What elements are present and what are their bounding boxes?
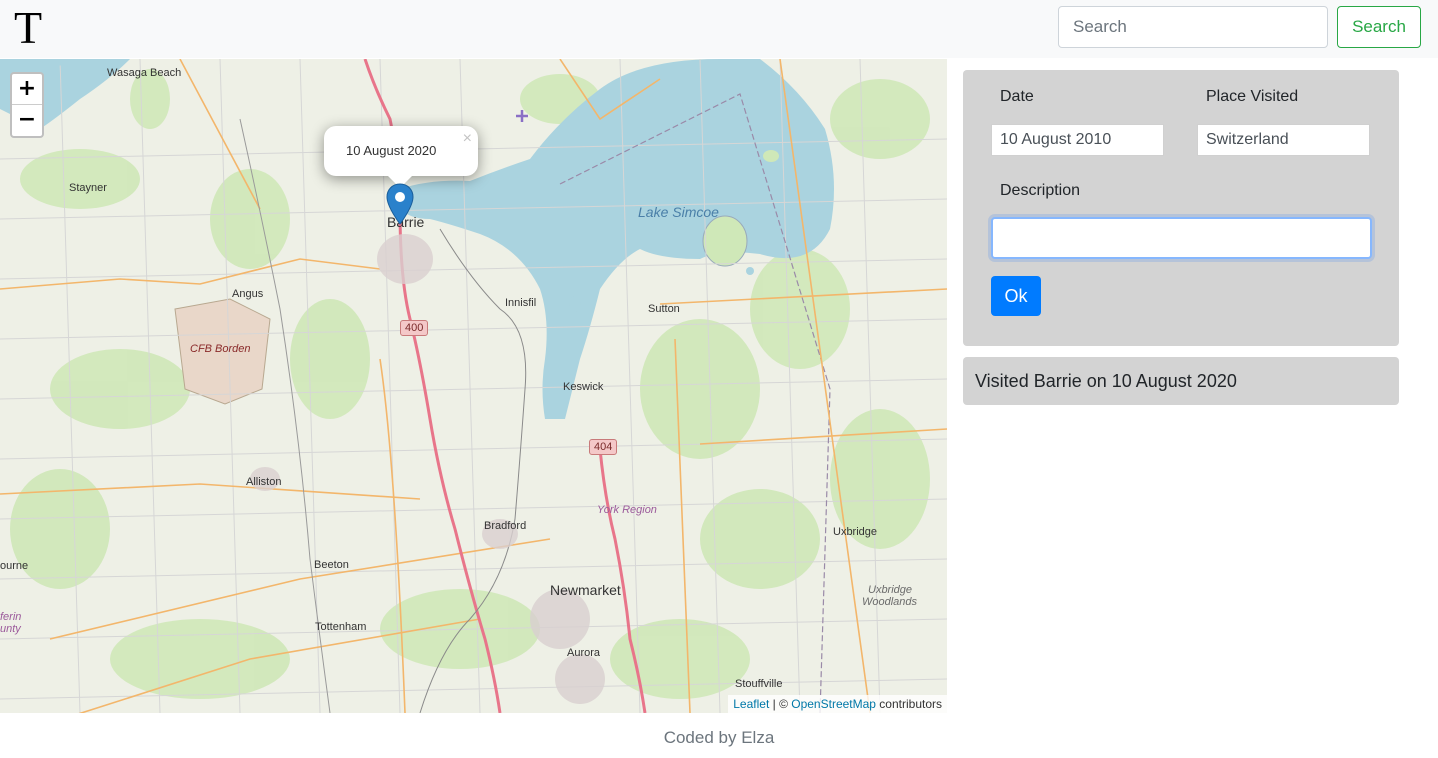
date-label: Date	[1000, 88, 1034, 105]
map-label-keswick: Keswick	[563, 381, 604, 393]
map-label-cfb-borden: CFB Borden	[190, 343, 251, 355]
map-label-uxbridge-woodlands-2: Woodlands	[862, 596, 918, 608]
map-label-beeton: Beeton	[314, 559, 349, 571]
attribution-separator: | ©	[769, 697, 792, 711]
map-label-aurora: Aurora	[567, 647, 601, 659]
map-label-york-region: York Region	[597, 504, 657, 516]
leaflet-link[interactable]: Leaflet	[733, 697, 769, 711]
ok-button[interactable]: Ok	[991, 276, 1041, 316]
popup-close-icon[interactable]: ×	[463, 130, 472, 148]
navbar: T Search	[0, 0, 1438, 58]
map-label-ourne: ourne	[0, 560, 29, 572]
map-label-alliston: Alliston	[246, 476, 282, 488]
list-item: Visited Barrie on 10 August 2020	[963, 357, 1399, 405]
map-label-angus: Angus	[232, 288, 264, 300]
map-label-stayner: Stayner	[69, 182, 107, 194]
highway-404-shield: 404	[589, 439, 618, 455]
map-label-wasaga-beach: Wasaga Beach	[107, 67, 182, 79]
search-button[interactable]: Search	[1337, 6, 1421, 48]
visit-form: Date Place Visited Description Ok	[963, 70, 1399, 346]
map-label-tottenham: Tottenham	[315, 621, 367, 633]
highway-400-shield: 400	[400, 320, 429, 336]
map-attribution: Leaflet | © OpenStreetMap contributors	[728, 695, 947, 713]
visit-text: Visited Barrie on 10 August 2020	[975, 371, 1237, 391]
map-label-ferin: ferin	[0, 611, 22, 623]
map[interactable]: Wasaga Beach Stayner Barrie Lake Simcoe …	[0, 59, 947, 713]
search-input[interactable]	[1058, 6, 1328, 48]
zoom-control: + −	[10, 72, 44, 138]
map-label-unty: unty	[0, 623, 21, 635]
map-label-lake-simcoe: Lake Simcoe	[638, 204, 719, 220]
map-label-stouffville: Stouffville	[735, 678, 783, 690]
attribution-suffix: contributors	[875, 697, 942, 711]
map-label-uxbridge-woodlands-1: Uxbridge	[868, 584, 913, 596]
zoom-out-button[interactable]: −	[12, 105, 42, 136]
place-label: Place Visited	[1206, 88, 1299, 105]
brand-logo[interactable]: T	[14, 4, 42, 52]
map-label-innisfil: Innisfil	[505, 297, 537, 309]
footer-credit: Coded by Elza	[663, 728, 775, 747]
map-popup: 10 August 2020 ×	[324, 126, 478, 188]
popup-text: 10 August 2020	[346, 143, 437, 158]
description-field[interactable]	[991, 217, 1372, 259]
description-label: Description	[1000, 182, 1081, 199]
map-marker-icon[interactable]	[386, 183, 414, 225]
openstreetmap-link[interactable]: OpenStreetMap	[791, 697, 876, 711]
map-label-uxbridge: Uxbridge	[833, 526, 878, 538]
zoom-in-button[interactable]: +	[12, 74, 42, 105]
map-label-sutton: Sutton	[648, 303, 680, 315]
map-label-newmarket: Newmarket	[550, 582, 621, 598]
place-field[interactable]	[1197, 124, 1370, 156]
map-label-bradford: Bradford	[484, 520, 527, 532]
date-field[interactable]	[991, 124, 1164, 156]
